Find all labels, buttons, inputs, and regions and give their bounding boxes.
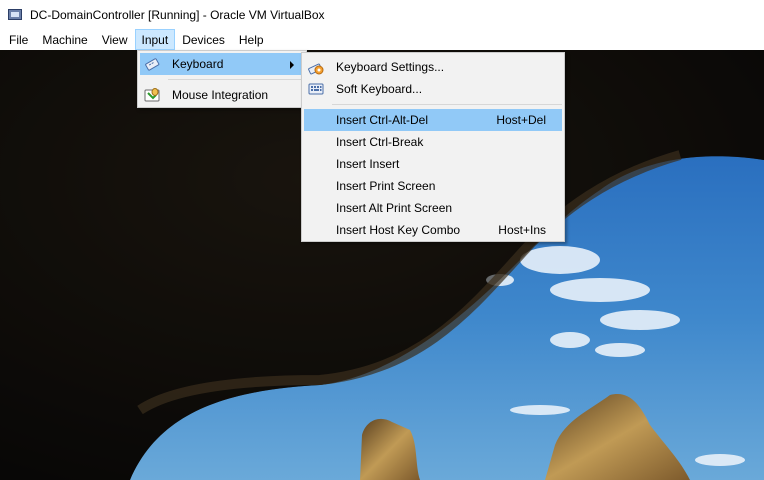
insert-alt-print-screen-item[interactable]: Insert Alt Print Screen	[304, 197, 562, 219]
keyboard-pencil-icon	[144, 56, 160, 72]
title-bar: DC-DomainController [Running] - Oracle V…	[0, 0, 764, 29]
soft-keyboard-label: Soft Keyboard...	[336, 82, 423, 96]
command-label: Insert Ctrl-Break	[336, 135, 424, 149]
insert-insert-item[interactable]: Insert Insert	[304, 153, 562, 175]
submenu-arrow-icon	[290, 61, 294, 69]
menu-separator	[168, 79, 304, 80]
insert-ctrl-break-item[interactable]: Insert Ctrl-Break	[304, 131, 562, 153]
insert-print-screen-item[interactable]: Insert Print Screen	[304, 175, 562, 197]
command-label: Insert Alt Print Screen	[336, 201, 453, 215]
menu-devices[interactable]: Devices	[175, 29, 232, 50]
insert-ctrl-alt-del-item[interactable]: Insert Ctrl-Alt-Del Host+Del	[304, 109, 562, 131]
input-menu: Keyboard Mouse Integration	[137, 50, 307, 108]
command-shortcut: Host+Del	[496, 113, 546, 127]
menu-machine[interactable]: Machine	[35, 29, 94, 50]
command-shortcut: Host+Ins	[498, 223, 546, 237]
menu-separator	[332, 104, 562, 105]
window-title: DC-DomainController [Running] - Oracle V…	[30, 7, 325, 22]
command-label: Insert Host Key Combo	[336, 223, 461, 237]
menu-help[interactable]: Help	[232, 29, 271, 50]
command-label: Insert Insert	[336, 157, 400, 171]
mouse-integration-label: Mouse Integration	[172, 88, 269, 102]
command-label: Insert Ctrl-Alt-Del	[336, 113, 429, 127]
keyboard-settings-item[interactable]: Keyboard Settings...	[304, 56, 562, 78]
keyboard-submenu: Keyboard Settings... Soft Keyboard... In…	[301, 52, 565, 242]
menu-bar: File Machine View Input Devices Help	[0, 29, 764, 50]
mouse-integration-icon	[144, 87, 160, 103]
menu-view[interactable]: View	[95, 29, 135, 50]
keyboard-settings-label: Keyboard Settings...	[336, 60, 445, 74]
command-label: Insert Print Screen	[336, 179, 436, 193]
keyboard-menu-label: Keyboard	[172, 57, 224, 71]
virtualbox-app-icon	[8, 7, 24, 23]
soft-keyboard-icon	[308, 81, 324, 97]
input-menu-item-keyboard[interactable]: Keyboard	[140, 53, 304, 75]
insert-host-key-combo-item[interactable]: Insert Host Key Combo Host+Ins	[304, 219, 562, 241]
menu-file[interactable]: File	[0, 29, 35, 50]
menu-input[interactable]: Input	[134, 29, 176, 50]
soft-keyboard-item[interactable]: Soft Keyboard...	[304, 78, 562, 100]
input-menu-item-mouse-integration[interactable]: Mouse Integration	[140, 84, 304, 106]
keyboard-settings-icon	[308, 59, 324, 75]
